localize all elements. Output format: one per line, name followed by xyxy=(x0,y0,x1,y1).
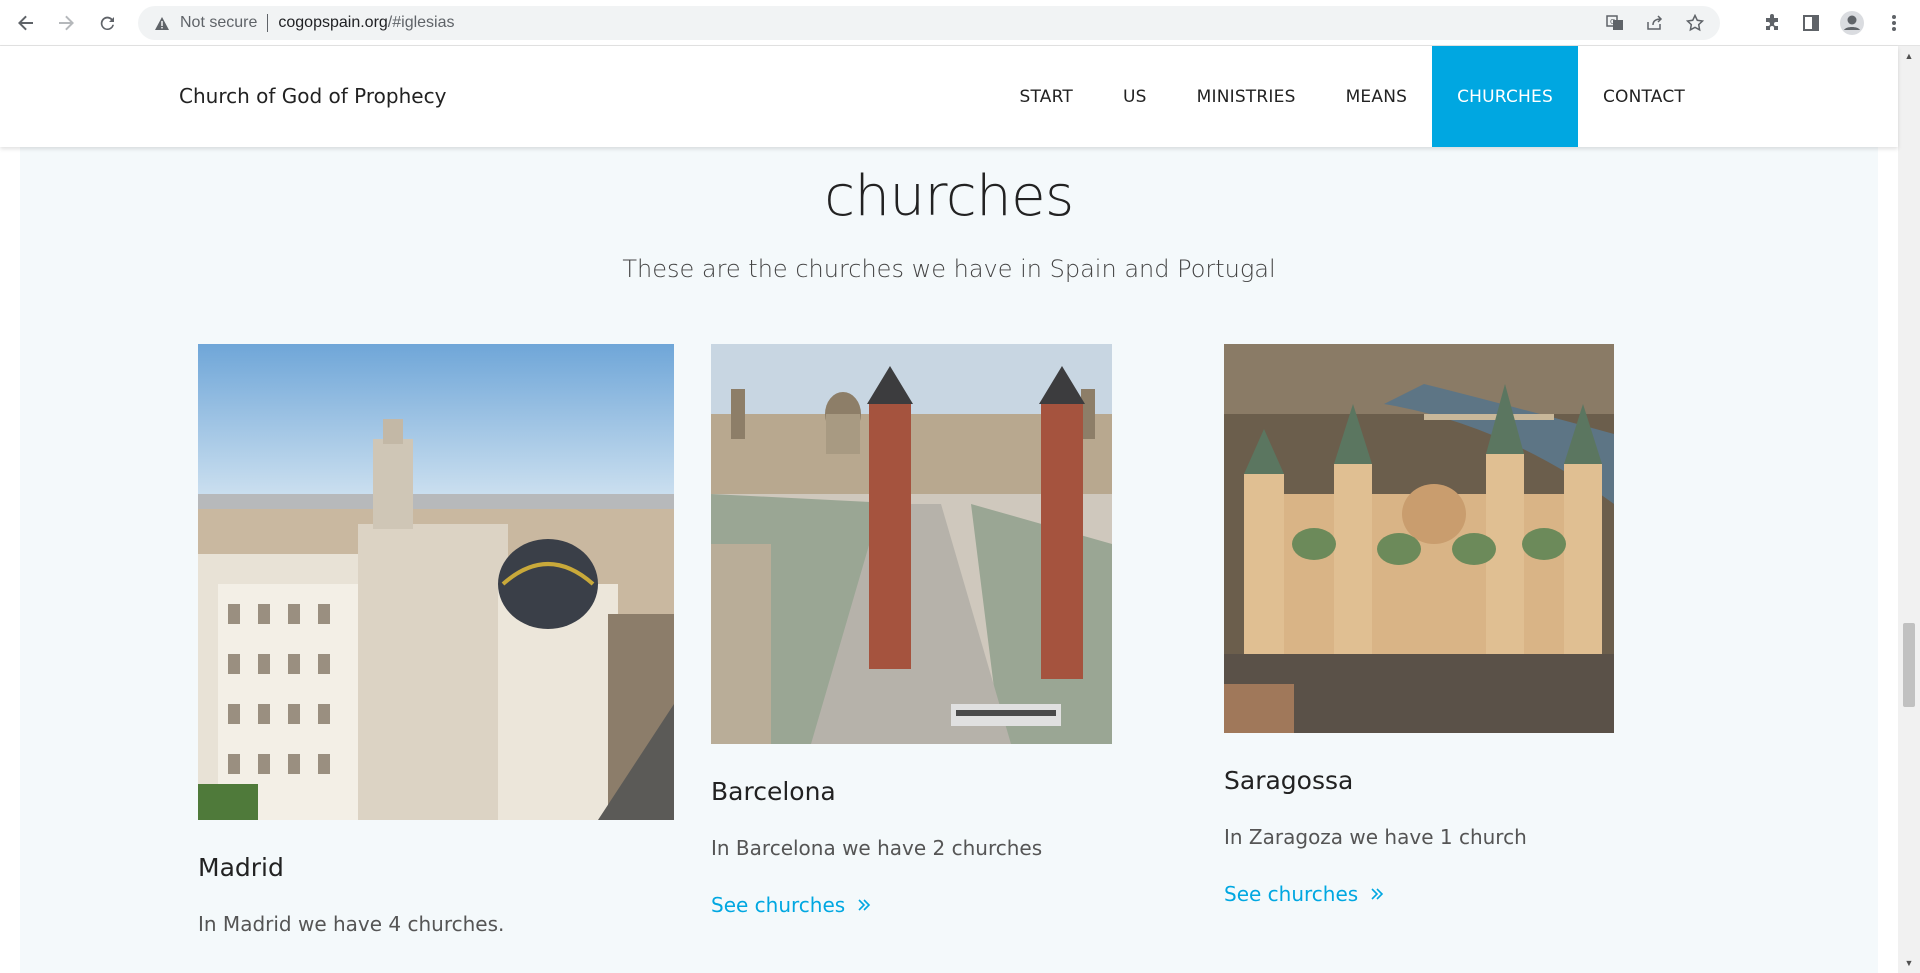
card-text-barcelona: In Barcelona we have 2 churches xyxy=(711,836,1043,860)
site-brand[interactable]: Church of God of Prophecy xyxy=(179,84,446,108)
double-chevron-right-icon xyxy=(1370,882,1384,906)
scroll-thumb[interactable] xyxy=(1903,623,1915,707)
nav-item-us[interactable]: US xyxy=(1098,46,1172,147)
nav-item-start[interactable]: START xyxy=(995,46,1098,147)
back-icon[interactable] xyxy=(12,9,40,37)
see-churches-link-saragossa[interactable]: See churches xyxy=(1224,882,1384,906)
reload-icon[interactable] xyxy=(94,9,122,37)
section-title: churches xyxy=(824,164,1074,229)
warning-icon[interactable] xyxy=(154,15,170,31)
url-text[interactable]: cogopspain.org/#iglesias xyxy=(278,14,454,32)
side-panel-icon[interactable] xyxy=(1797,9,1825,37)
browser-menu-icon[interactable] xyxy=(1880,9,1908,37)
bookmark-star-icon[interactable] xyxy=(1684,13,1706,33)
card-title-barcelona: Barcelona xyxy=(711,777,836,806)
nav-item-means[interactable]: MEANS xyxy=(1321,46,1433,147)
url-path: /#iglesias xyxy=(387,14,455,31)
divider xyxy=(267,14,269,32)
section-subtitle: These are the churches we have in Spain … xyxy=(622,255,1276,283)
url-domain: cogopspain.org xyxy=(278,14,388,31)
svg-text:G: G xyxy=(1610,18,1615,26)
see-churches-label: See churches xyxy=(711,893,846,917)
see-churches-link-barcelona[interactable]: See churches xyxy=(711,893,871,917)
scroll-down-arrow-icon[interactable]: ▼ xyxy=(1904,958,1914,968)
card-title-saragossa: Saragossa xyxy=(1224,766,1354,795)
nav-item-contact[interactable]: CONTACT xyxy=(1578,46,1710,147)
double-chevron-right-icon xyxy=(857,893,871,917)
forward-icon[interactable] xyxy=(52,9,80,37)
nav-item-ministries[interactable]: MINISTRIES xyxy=(1172,46,1321,147)
address-bar[interactable]: Not secure cogopspain.org/#iglesias G xyxy=(138,6,1720,40)
browser-toolbar: Not secure cogopspain.org/#iglesias G xyxy=(0,0,1920,46)
security-label[interactable]: Not secure xyxy=(180,14,257,32)
scroll-up-arrow-icon[interactable]: ▲ xyxy=(1904,51,1914,61)
card-text-madrid: In Madrid we have 4 churches. xyxy=(198,912,505,936)
extensions-puzzle-icon[interactable] xyxy=(1758,9,1786,37)
share-icon[interactable] xyxy=(1644,13,1666,33)
nav-item-churches[interactable]: CHURCHES xyxy=(1432,46,1578,147)
profile-avatar-icon[interactable] xyxy=(1838,9,1866,37)
translate-icon[interactable]: G xyxy=(1604,13,1626,33)
main-nav: START US MINISTRIES MEANS CHURCHES CONTA… xyxy=(995,46,1710,147)
page-scrollbar[interactable]: ▲ ▼ xyxy=(1898,46,1920,973)
see-churches-label: See churches xyxy=(1224,882,1359,906)
card-text-saragossa: In Zaragoza we have 1 church xyxy=(1224,825,1527,849)
madrid-image[interactable] xyxy=(198,344,674,820)
card-title-madrid: Madrid xyxy=(198,853,284,882)
barcelona-image[interactable] xyxy=(711,344,1112,744)
saragossa-image[interactable] xyxy=(1224,344,1614,733)
site-header: Church of God of Prophecy START US MINIS… xyxy=(0,46,1898,147)
